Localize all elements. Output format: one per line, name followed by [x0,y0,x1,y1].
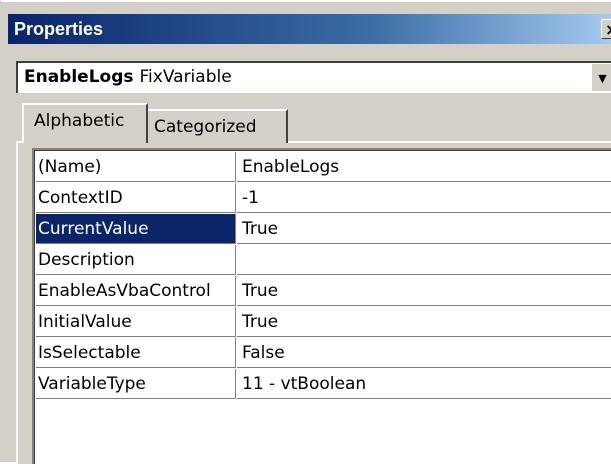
property-name[interactable]: EnableAsVbaControl [36,276,236,306]
property-value[interactable]: True [237,214,611,244]
property-name[interactable]: (Name) [36,152,236,182]
property-value[interactable]: -1 [237,183,611,213]
object-selector[interactable]: EnableLogs FixVariable ▼ [16,61,611,93]
property-name[interactable]: IsSelectable [36,338,236,368]
chevron-down-icon: ▼ [598,72,607,85]
property-row-description[interactable]: Description [36,245,611,276]
title-bar[interactable]: Properties × [8,14,611,44]
object-dropdown-button[interactable]: ▼ [591,63,611,91]
properties-window: Properties × EnableLogsFixVariable ▼ Cat… [0,0,611,464]
property-name[interactable]: CurrentValue [36,214,236,244]
property-row-contextid[interactable]: ContextID -1 [36,183,611,214]
property-name[interactable]: Description [36,245,236,275]
tab-categorized[interactable]: Categorized [148,109,288,143]
property-value[interactable]: EnableLogs [237,152,611,182]
property-value[interactable]: True [237,307,611,337]
object-name: EnableLogs [24,67,134,87]
close-icon: × [605,20,611,39]
property-row-isselectable[interactable]: IsSelectable False [36,338,611,369]
property-name[interactable]: ContextID [36,183,236,213]
property-value[interactable] [237,245,611,275]
property-value[interactable]: 11 - vtBoolean [237,369,611,399]
property-grid: (Name) EnableLogs ContextID -1 CurrentVa… [32,148,611,464]
property-name[interactable]: VariableType [36,369,236,399]
property-row-enableasvbacontrol[interactable]: EnableAsVbaControl True [36,276,611,307]
property-row-currentvalue[interactable]: CurrentValue True [36,214,611,245]
window-title: Properties [14,19,104,39]
tab-categorized-label: Categorized [154,117,257,137]
property-row-initialvalue[interactable]: InitialValue True [36,307,611,338]
property-value[interactable]: True [237,276,611,306]
property-row-variabletype[interactable]: VariableType 11 - vtBoolean [36,369,611,400]
property-name[interactable]: InitialValue [36,307,236,337]
property-value[interactable]: False [237,338,611,368]
tab-alphabetic-label: Alphabetic [34,111,125,131]
object-type: FixVariable [139,67,232,87]
close-button[interactable]: × [601,19,611,39]
property-row-name[interactable]: (Name) EnableLogs [36,152,611,183]
tab-alphabetic[interactable]: Alphabetic [22,103,148,143]
